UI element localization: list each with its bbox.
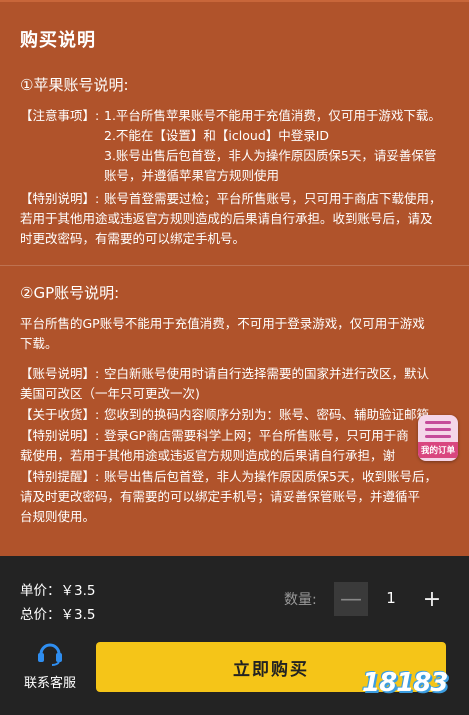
- gp-account-b: 美国可改区（一年只可更改一次): [20, 386, 200, 401]
- apple-special-label: 【特别说明】:: [20, 191, 100, 206]
- my-orders-label: 我的订单: [418, 442, 458, 458]
- gp-tips-a: 账号出售后包首登，非人为操作原因质保5天，收到账号后，: [104, 469, 437, 484]
- gp-special-b: 载使用，若用于其他用途或违返官方规则造成的后果请自行承担，谢: [20, 448, 396, 463]
- order-list-icon: [425, 421, 451, 442]
- plus-icon: +: [422, 586, 442, 612]
- gp-tips-b: 请及时更改密码，有需要的可以绑定手机号；请妥善保管账号，并遵循平: [20, 489, 421, 504]
- apple-notice-1: 1.平台所售苹果账号不能用于充值消费，仅可用于游戏下载。: [104, 108, 441, 123]
- apple-special-a: 账号首登需要过检；平台所售账号，只可用于商店下载使用，: [104, 191, 442, 206]
- apple-notice-3a: 3.账号出售后包首登，非人为操作原因质保5天，请妥善保管: [104, 148, 437, 163]
- section-divider: [0, 265, 469, 266]
- quantity-decrease-button[interactable]: —: [334, 582, 368, 616]
- page-title: 购买说明: [20, 30, 96, 51]
- gp-intro-a: 平台所售的GP账号不能用于充值消费，不可用于登录游戏，仅可用于游戏: [20, 316, 425, 331]
- total-price: 总价：￥3.5: [20, 607, 96, 623]
- purchase-instructions: 购买说明 ①苹果账号说明: 【注意事项】: 1.平台所售苹果账号不能用于充值消费…: [0, 0, 469, 556]
- gp-account-label: 【账号说明】:: [20, 366, 100, 381]
- gp-receipt-a: 您收到的换码内容顺序分别为：账号、密码、辅助验证邮箱。: [104, 407, 442, 422]
- gp-account-heading: ②GP账号说明:: [20, 284, 120, 302]
- gp-account-a: 空白新账号使用时请自行选择需要的国家并进行改区，默认: [104, 366, 430, 381]
- headset-icon: [38, 643, 62, 666]
- contact-support-label: 联系客服: [23, 676, 76, 691]
- gp-intro-b: 下载。: [20, 336, 58, 351]
- minus-icon: —: [340, 586, 362, 612]
- gp-special-label: 【特别说明】:: [20, 428, 100, 443]
- gp-tips-c: 台规则使用。: [20, 509, 96, 524]
- gp-special-a: 登录GP商店需要科学上网；平台所售账号，只可用于商: [104, 428, 409, 443]
- apple-notice-label: 【注意事项】:: [20, 108, 100, 123]
- apple-special-c: 时更改密码，有需要的可以绑定手机号。: [20, 231, 246, 246]
- apple-account-heading: ①苹果账号说明:: [20, 76, 129, 94]
- gp-receipt-label: 【关于收货】:: [20, 407, 100, 422]
- quantity-increase-button[interactable]: +: [415, 582, 449, 616]
- apple-notice-3b: 账号，并遵循苹果官方规则使用: [104, 168, 280, 183]
- apple-special-b: 若用于其他用途或违返官方规则造成的后果请自行承担。收到账号后，请及: [20, 211, 433, 226]
- unit-price: 单价：￥3.5: [20, 583, 96, 599]
- quantity-value[interactable]: 1: [378, 589, 404, 607]
- apple-notice-2: 2.不能在【设置】和【icloud】中登录ID: [104, 128, 330, 143]
- my-orders-float-button[interactable]: 我的订单: [418, 415, 458, 461]
- contact-support-button[interactable]: 联系客服: [14, 640, 86, 691]
- quantity-label: 数量:: [284, 592, 317, 608]
- gp-tips-label: 【特别提醒】:: [20, 469, 100, 484]
- site-logo-watermark: 18183: [362, 668, 448, 698]
